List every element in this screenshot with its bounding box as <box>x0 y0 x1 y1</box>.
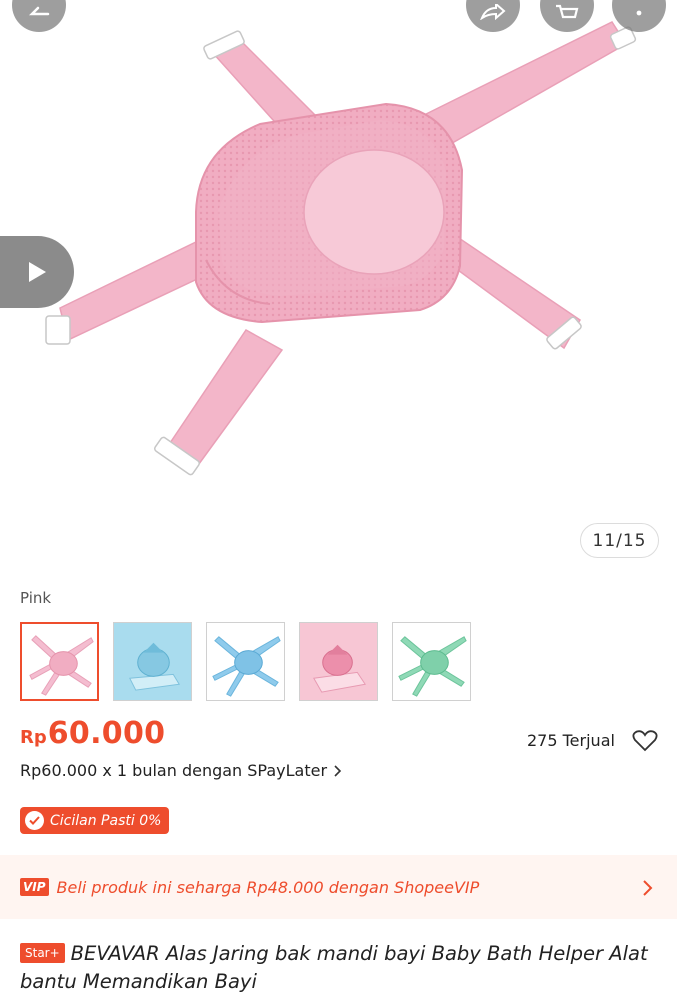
shopee-vip-banner[interactable]: VIP Beli produk ini seharga Rp48.000 den… <box>0 855 677 919</box>
variant-thumb-green[interactable] <box>392 622 471 701</box>
price-currency: Rp <box>20 727 47 748</box>
heart-icon[interactable] <box>632 729 658 753</box>
back-arrow-icon <box>28 6 50 16</box>
product-image <box>45 21 637 476</box>
installment-badge: Cicilan Pasti 0% <box>20 807 170 834</box>
play-video-button[interactable] <box>0 236 74 308</box>
cart-icon <box>556 4 579 19</box>
vip-badge: VIP <box>20 878 49 896</box>
variant-thumbnails <box>20 622 471 701</box>
check-circle-icon <box>25 811 44 830</box>
spaylater-row[interactable]: Rp60.000 x 1 bulan dengan SPayLater <box>20 761 343 780</box>
vip-text: Beli produk ini seharga Rp48.000 dengan … <box>56 877 480 897</box>
variant-thumb-pink[interactable] <box>20 622 99 701</box>
variant-thumb-pink-seat[interactable] <box>299 622 378 701</box>
image-counter: 11/15 <box>580 523 659 558</box>
product-title: BEVAVAR Alas Jaring bak mandi bayi Baby … <box>20 942 648 993</box>
play-icon <box>29 262 46 282</box>
price: Rp 60.000 <box>20 716 165 751</box>
spaylater-text: Rp60.000 x 1 bulan dengan SPayLater <box>20 761 328 780</box>
price-amount: 60.000 <box>47 716 166 751</box>
variant-label: Pink <box>20 589 52 607</box>
variant-image <box>300 623 377 700</box>
more-icon <box>636 10 642 16</box>
product-image-gallery[interactable]: 11/15 <box>0 0 677 578</box>
variant-image <box>212 636 281 697</box>
variant-thumb-blue-seat[interactable] <box>113 622 192 701</box>
product-title-block: Star+ BEVAVAR Alas Jaring bak mandi bayi … <box>20 940 660 996</box>
sold-count: 275 Terjual <box>527 731 615 750</box>
variant-image <box>398 636 467 697</box>
chevron-right-icon <box>334 764 342 777</box>
variant-thumb-blue[interactable] <box>206 622 285 701</box>
star-plus-badge: Star+ <box>20 943 65 963</box>
chevron-right-icon <box>643 880 653 896</box>
share-icon <box>480 4 506 20</box>
variant-image <box>114 623 191 700</box>
variant-image <box>29 635 94 696</box>
installment-text: Cicilan Pasti 0% <box>50 812 162 829</box>
